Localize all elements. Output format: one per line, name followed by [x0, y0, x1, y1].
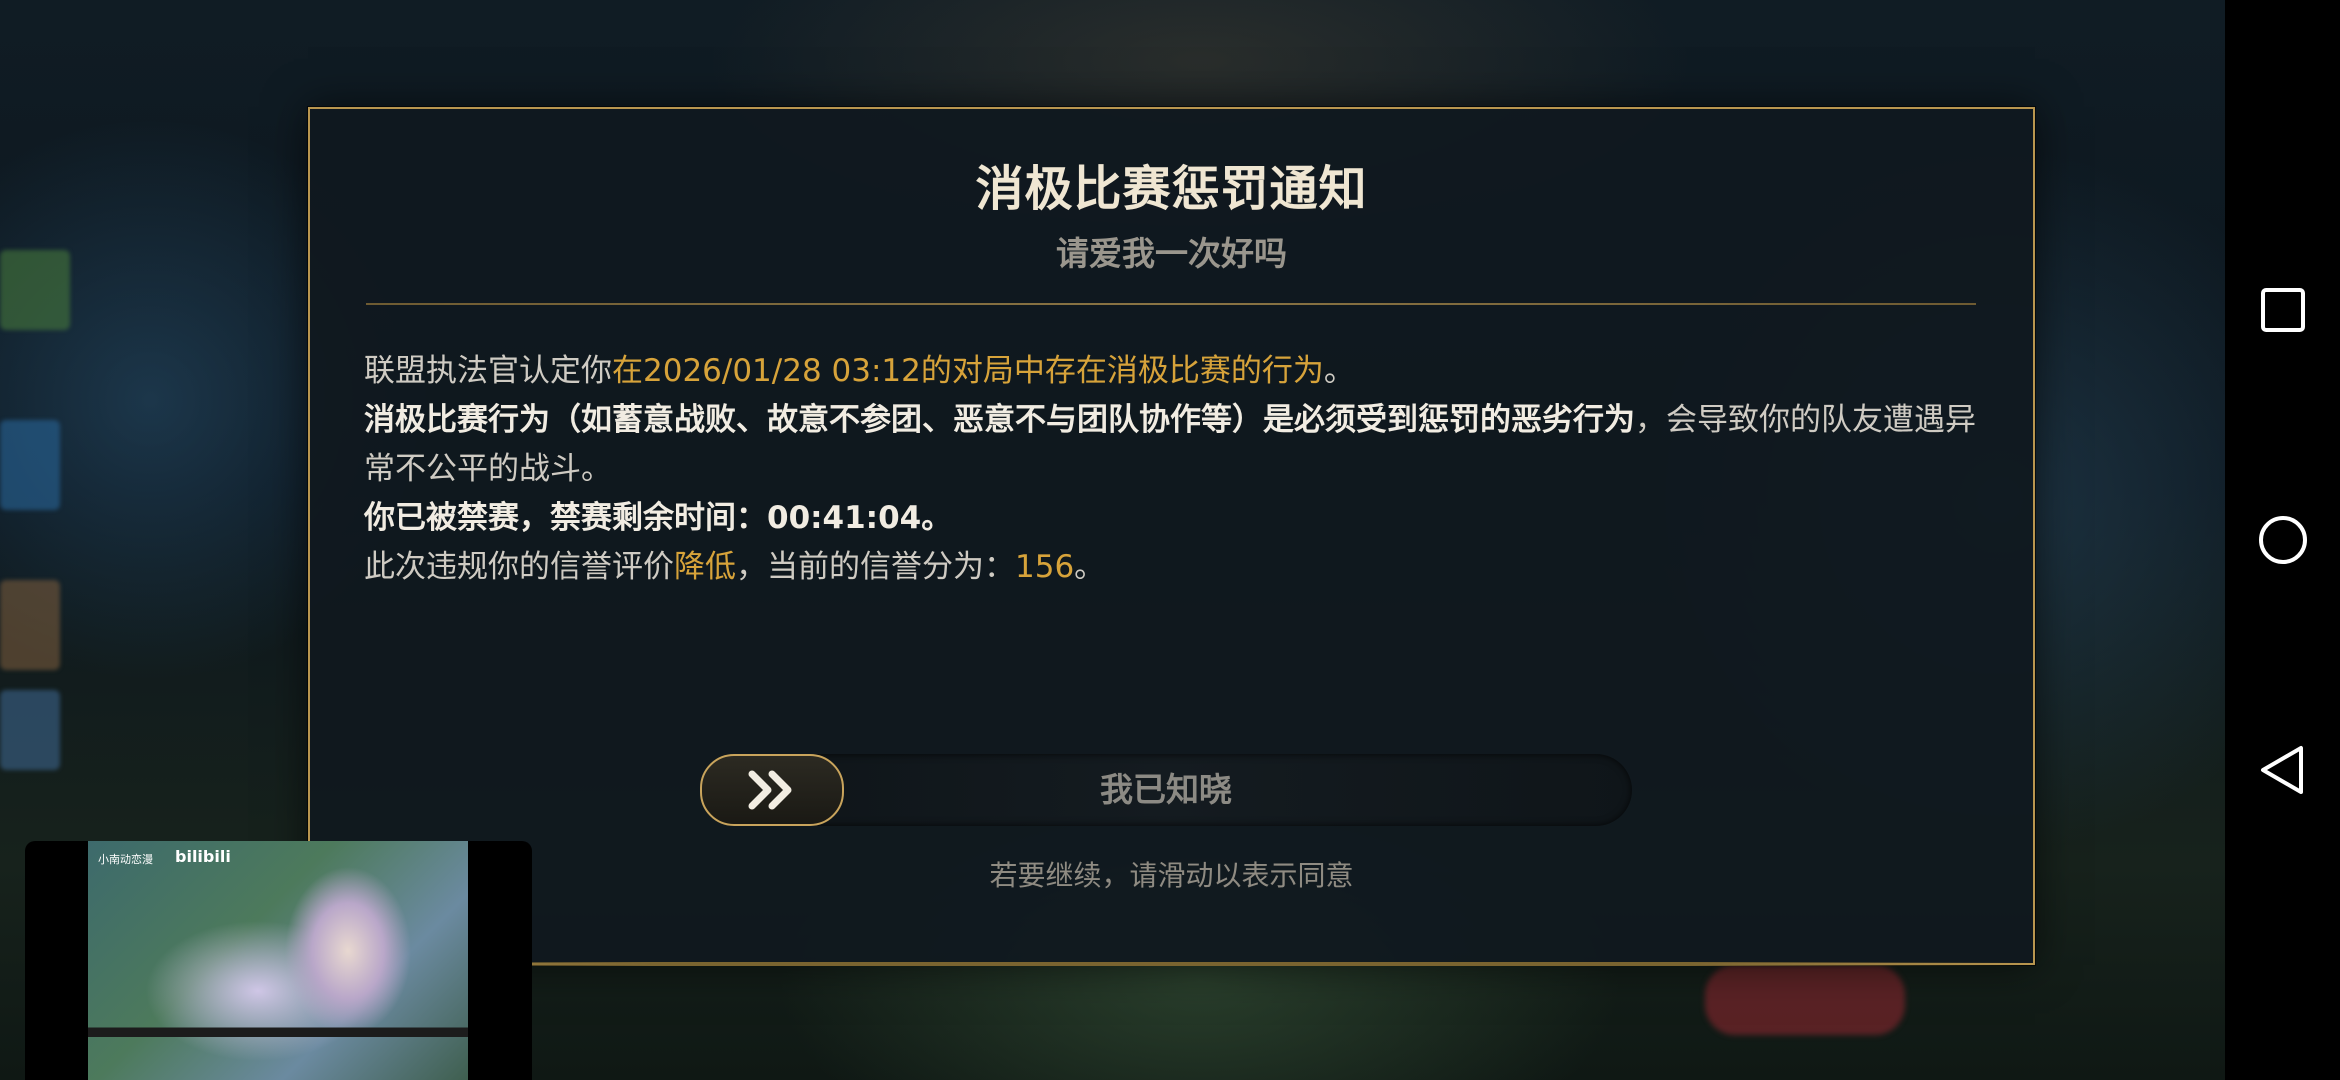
- credit-score: 156: [1015, 549, 1075, 585]
- background-button-fragment: [1705, 965, 1905, 1035]
- acknowledge-slider-track[interactable]: 我已知晓: [700, 754, 1632, 826]
- credit-score-line: 此次违规你的信誉评价降低，当前的信誉分为：156。: [364, 549, 1106, 585]
- background-ui-fragment: [0, 250, 70, 330]
- title-divider: [366, 303, 1976, 305]
- dialog-subtitle: 请爱我一次好吗: [1056, 234, 1287, 273]
- double-chevron-right-icon: [748, 770, 792, 810]
- back-triangle-icon: [2261, 746, 2303, 794]
- acknowledge-slider-handle[interactable]: [700, 754, 844, 826]
- ban-remaining-time: 你已被禁赛，禁赛剩余时间：00:41:04。: [364, 500, 953, 536]
- video-frame: [88, 841, 468, 1080]
- circle-icon: [2259, 516, 2307, 564]
- dialog-body: 联盟执法官认定你在2026/01/28 03:12的对局中存在消极比赛的行为。 …: [364, 347, 1984, 592]
- video-caption: 小南动恋漫: [98, 853, 153, 866]
- dialog-bottom-edge: [308, 962, 2031, 966]
- credit-change: 降低: [674, 549, 736, 585]
- home-button[interactable]: [2255, 512, 2311, 568]
- back-button[interactable]: [2255, 742, 2311, 798]
- behavior-description: 消极比赛行为（如蓄意战败、故意不参团、恶意不与团队协作等）是必须受到惩罚的恶劣行…: [364, 402, 1976, 487]
- violation-line: 联盟执法官认定你在2026/01/28 03:12的对局中存在消极比赛的行为。: [364, 353, 1355, 389]
- floating-video-player[interactable]: 小南动恋漫 bilibili: [25, 841, 532, 1080]
- square-icon: [2261, 288, 2305, 332]
- video-brand-logo: bilibili: [175, 847, 231, 866]
- background-ui-fragment: [0, 420, 60, 510]
- background-ui-fragment: [0, 690, 60, 770]
- background-ui-fragment: [0, 580, 60, 670]
- recent-apps-button[interactable]: [2255, 282, 2311, 338]
- penalty-notice-dialog: 消极比赛惩罚通知 请爱我一次好吗 联盟执法官认定你在2026/01/28 03:…: [308, 107, 2035, 965]
- dialog-title: 消极比赛惩罚通知: [975, 161, 1368, 217]
- violation-time-highlight: 在2026/01/28 03:12的对局中存在消极比赛的行为: [612, 353, 1324, 389]
- slide-to-agree-hint: 若要继续，请滑动以表示同意: [989, 859, 1354, 892]
